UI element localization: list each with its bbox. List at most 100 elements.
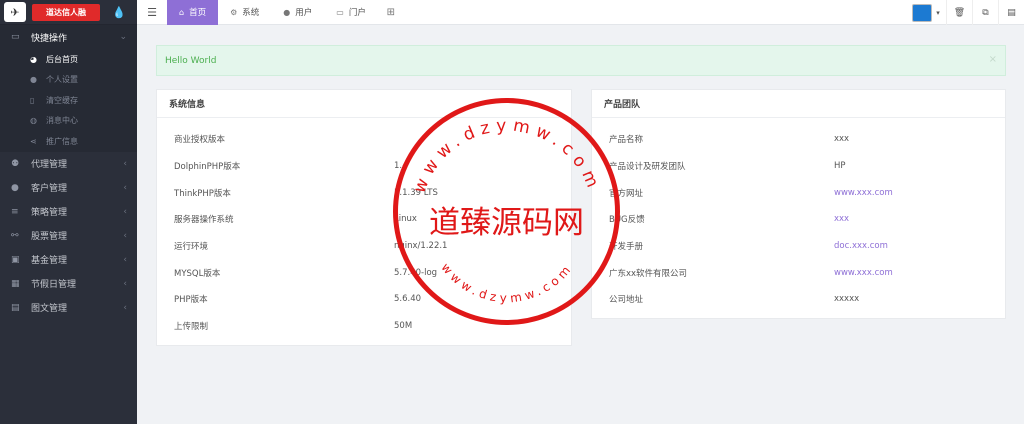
bug-report-link[interactable]: xxx <box>834 214 849 224</box>
logo-bar: ✈ 道达信人融 💧 <box>0 0 137 25</box>
sidebar-group-label: 基金管理 <box>31 256 68 266</box>
tab-home[interactable]: ⌂ 首页 <box>167 0 219 25</box>
tab-label: 用户 <box>295 8 313 18</box>
sidebar-item-messages[interactable]: ◍ 消息中心 <box>0 111 137 132</box>
close-icon[interactable]: × <box>989 54 997 65</box>
docs-link[interactable]: doc.xxx.com <box>834 241 888 251</box>
row-key: ThinkPHP版本 <box>174 188 231 199</box>
tab-system[interactable]: ⚙ 系统 <box>218 0 271 25</box>
list-icon: ≡ <box>11 206 19 217</box>
folder-open-icon: ▭ <box>11 32 20 42</box>
trash-icon: 🗑 <box>953 7 966 18</box>
website-link[interactable]: www.xxx.com <box>834 188 893 198</box>
product-team-panel: 产品团队 产品名称 xxx 产品设计及研发团队 HP 官方网址 www.xxx.com… <box>591 89 1006 319</box>
table-row: 服务器操作系统 Linux <box>157 206 571 233</box>
user-icon: ● <box>11 182 19 193</box>
team-info-list: 产品名称 xxx 产品设计及研发团队 HP 官方网址 www.xxx.com BUG反… <box>592 118 1005 313</box>
row-key: 公司地址 <box>609 295 644 306</box>
table-row: 开发手册 doc.xxx.com <box>592 233 1005 260</box>
user-icon: ● <box>283 7 291 17</box>
avatar <box>912 3 933 22</box>
menu-toggle-icon[interactable]: ☰ <box>137 6 167 19</box>
system-info-panel: 系统信息 商业授权版本 DolphinPHP版本 1.4 ThinkPHP版本 5.… <box>156 89 572 346</box>
table-row: 产品设计及研发团队 HP <box>592 153 1005 180</box>
table-row: MYSQL版本 5.7.40-log <box>157 259 571 286</box>
gear-icon: ⚙ <box>230 7 238 17</box>
alert-text: Hello World <box>165 55 217 66</box>
row-key: 上传限制 <box>174 322 209 333</box>
sidebar-group-label: 代理管理 <box>31 160 68 170</box>
app-logo-icon[interactable]: ✈ <box>4 2 26 22</box>
tab-label: 门户 <box>348 8 366 18</box>
row-key: MYSQL版本 <box>174 268 221 279</box>
message-icon: ◍ <box>30 116 37 126</box>
sidebar-group-label: 节假日管理 <box>31 280 77 290</box>
sidebar-item-promotion[interactable]: ⋖ 推广信息 <box>0 131 137 152</box>
settings-panel-button[interactable]: ▤ <box>998 0 1024 25</box>
caret-down-icon: ▾ <box>936 8 940 17</box>
success-alert: Hello World × <box>156 45 1006 76</box>
table-row: DolphinPHP版本 1.4 <box>157 153 571 180</box>
external-link-button[interactable]: ⧉ <box>972 0 998 25</box>
row-key: BUG反馈 <box>609 215 645 226</box>
chevron-left-icon: ‹ <box>123 230 127 241</box>
chevron-left-icon: ‹ <box>123 254 127 265</box>
sidebar: ✈ 道达信人融 💧 ▭ 快捷操作 ⌄ ◕ 后台首页 ● 个人设置 ▯ 清空缓存 … <box>0 0 137 424</box>
theme-drop-icon[interactable]: 💧 <box>112 6 126 19</box>
row-value: 5.6.40 <box>394 294 422 305</box>
row-value: xxx <box>834 134 850 145</box>
system-info-list: 商业授权版本 DolphinPHP版本 1.4 ThinkPHP版本 5.1.39 … <box>157 118 571 340</box>
sidebar-group-agents[interactable]: ⚉ 代理管理 ‹ <box>0 152 137 176</box>
row-key: 产品设计及研发团队 <box>609 162 686 173</box>
grid-icon[interactable]: ⊞ <box>378 7 404 18</box>
row-key: DolphinPHP版本 <box>174 162 241 173</box>
share-icon: ⋖ <box>30 136 37 146</box>
tab-label: 系统 <box>242 8 260 18</box>
row-value: nginx/1.22.1 <box>394 241 448 252</box>
table-row: 运行环境 nginx/1.22.1 <box>157 233 571 260</box>
chevron-left-icon: ‹ <box>123 278 127 289</box>
top-navbar: ☰ ⌂ 首页 ⚙ 系统 ● 用户 ▭ 门户 ⊞ ▾ 🗑 ⧉ ▤ <box>137 0 1024 25</box>
sidebar-group-holidays[interactable]: ▦ 节假日管理 ‹ <box>0 272 137 296</box>
users-icon: ⚉ <box>11 158 20 169</box>
image-icon: ▤ <box>11 302 20 313</box>
sidebar-item-clear-cache[interactable]: ▯ 清空缓存 <box>0 90 137 111</box>
sidebar-menu: ▭ 快捷操作 ⌄ ◕ 后台首页 ● 个人设置 ▯ 清空缓存 ◍ 消息中心 ⋖ 推… <box>0 25 137 320</box>
company-link[interactable]: www.xxx.com <box>834 268 893 278</box>
panel-title: 系统信息 <box>157 90 571 118</box>
table-row: 产品名称 xxx <box>592 126 1005 153</box>
sidebar-group-customers[interactable]: ● 客户管理 ‹ <box>0 176 137 200</box>
sidebar-item-dashboard[interactable]: ◕ 后台首页 <box>0 49 137 70</box>
sidebar-group-label: 策略管理 <box>31 208 68 218</box>
table-row: BUG反馈 xxx <box>592 206 1005 233</box>
row-key: 开发手册 <box>609 242 644 253</box>
sidebar-group-funds[interactable]: ▣ 基金管理 ‹ <box>0 248 137 272</box>
tab-portal[interactable]: ▭ 门户 <box>324 0 378 25</box>
tab-users[interactable]: ● 用户 <box>271 0 324 25</box>
table-row: 商业授权版本 <box>157 126 571 153</box>
row-value: 5.7.40-log <box>394 267 438 278</box>
table-row: PHP版本 5.6.40 <box>157 286 571 313</box>
sidebar-item-label: 后台首页 <box>46 54 78 64</box>
clear-cache-button[interactable]: 🗑 <box>946 0 972 25</box>
row-value: 5.1.39 LTS <box>394 187 438 198</box>
sidebar-submenu: ◕ 后台首页 ● 个人设置 ▯ 清空缓存 ◍ 消息中心 ⋖ 推广信息 <box>0 49 137 152</box>
row-key: 商业授权版本 <box>174 135 226 146</box>
row-key: 运行环境 <box>174 242 209 253</box>
table-row: 官方网址 www.xxx.com <box>592 179 1005 206</box>
sidebar-group-stocks[interactable]: ⚯ 股票管理 ‹ <box>0 224 137 248</box>
sidebar-group-media[interactable]: ▤ 图文管理 ‹ <box>0 296 137 320</box>
row-key: PHP版本 <box>174 295 208 306</box>
sidebar-group-quick[interactable]: ▭ 快捷操作 ⌄ <box>0 25 137 49</box>
user-menu[interactable]: ▾ <box>906 0 946 25</box>
brand-logo[interactable]: 道达信人融 <box>32 3 100 21</box>
user-icon: ● <box>30 75 37 85</box>
calendar-icon: ▦ <box>11 278 20 289</box>
chevron-left-icon: ‹ <box>123 158 127 169</box>
chevron-left-icon: ‹ <box>123 206 127 217</box>
portal-icon: ▭ <box>336 7 344 17</box>
sidebar-group-label: 快捷操作 <box>31 33 68 44</box>
sidebar-group-strategy[interactable]: ≡ 策略管理 ‹ <box>0 200 137 224</box>
table-row: 公司地址 xxxxx <box>592 286 1005 313</box>
sidebar-item-profile[interactable]: ● 个人设置 <box>0 70 137 91</box>
